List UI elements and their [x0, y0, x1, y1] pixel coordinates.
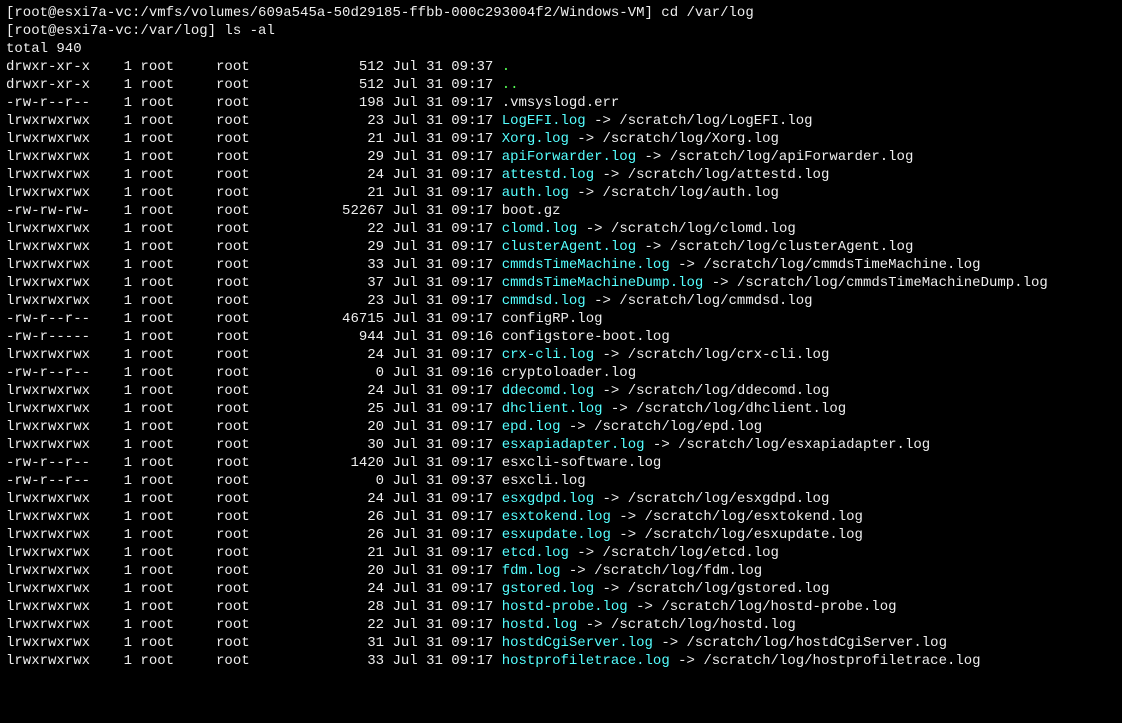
file-gstored.log: gstored.log — [502, 581, 594, 597]
file-esxgdpd.log: esxgdpd.log — [502, 491, 594, 507]
file-..: .. — [502, 77, 519, 93]
file-cmmdsd.log: cmmdsd.log — [502, 293, 586, 309]
file-hostdCgiServer.log: hostdCgiServer.log — [502, 635, 653, 651]
file-hostd.log: hostd.log — [502, 617, 578, 633]
file-hostprofiletrace.log: hostprofiletrace.log — [502, 653, 670, 669]
file-.vmsyslogd.err: .vmsyslogd.err — [502, 95, 620, 111]
file-esxupdate.log: esxupdate.log — [502, 527, 611, 543]
file-.: . — [502, 59, 510, 75]
file-configstore-boot.log: configstore-boot.log — [502, 329, 670, 345]
file-dhclient.log: dhclient.log — [502, 401, 603, 417]
total-line: total 940 — [6, 41, 82, 57]
file-Xorg.log: Xorg.log — [502, 131, 569, 147]
file-clomd.log: clomd.log — [502, 221, 578, 237]
file-attestd.log: attestd.log — [502, 167, 594, 183]
file-crx-cli.log: crx-cli.log — [502, 347, 594, 363]
file-ddecomd.log: ddecomd.log — [502, 383, 594, 399]
file-configRP.log: configRP.log — [502, 311, 603, 327]
file-fdm.log: fdm.log — [502, 563, 561, 579]
terminal[interactable]: [root@esxi7a-vc:/vmfs/volumes/609a545a-5… — [0, 0, 1122, 674]
prompt-line-2: [root@esxi7a-vc:/var/log] ls -al — [6, 23, 275, 39]
file-esxcli.log: esxcli.log — [502, 473, 586, 489]
file-cmmdsTimeMachineDump.log: cmmdsTimeMachineDump.log — [502, 275, 704, 291]
file-boot.gz: boot.gz — [502, 203, 561, 219]
file-cryptoloader.log: cryptoloader.log — [502, 365, 636, 381]
file-esxtokend.log: esxtokend.log — [502, 509, 611, 525]
file-cmmdsTimeMachine.log: cmmdsTimeMachine.log — [502, 257, 670, 273]
file-etcd.log: etcd.log — [502, 545, 569, 561]
file-esxcli-software.log: esxcli-software.log — [502, 455, 662, 471]
file-clusterAgent.log: clusterAgent.log — [502, 239, 636, 255]
file-apiForwarder.log: apiForwarder.log — [502, 149, 636, 165]
prompt-line-1: [root@esxi7a-vc:/vmfs/volumes/609a545a-5… — [6, 5, 754, 21]
file-hostd-probe.log: hostd-probe.log — [502, 599, 628, 615]
file-auth.log: auth.log — [502, 185, 569, 201]
file-epd.log: epd.log — [502, 419, 561, 435]
file-LogEFI.log: LogEFI.log — [502, 113, 586, 129]
file-esxapiadapter.log: esxapiadapter.log — [502, 437, 645, 453]
